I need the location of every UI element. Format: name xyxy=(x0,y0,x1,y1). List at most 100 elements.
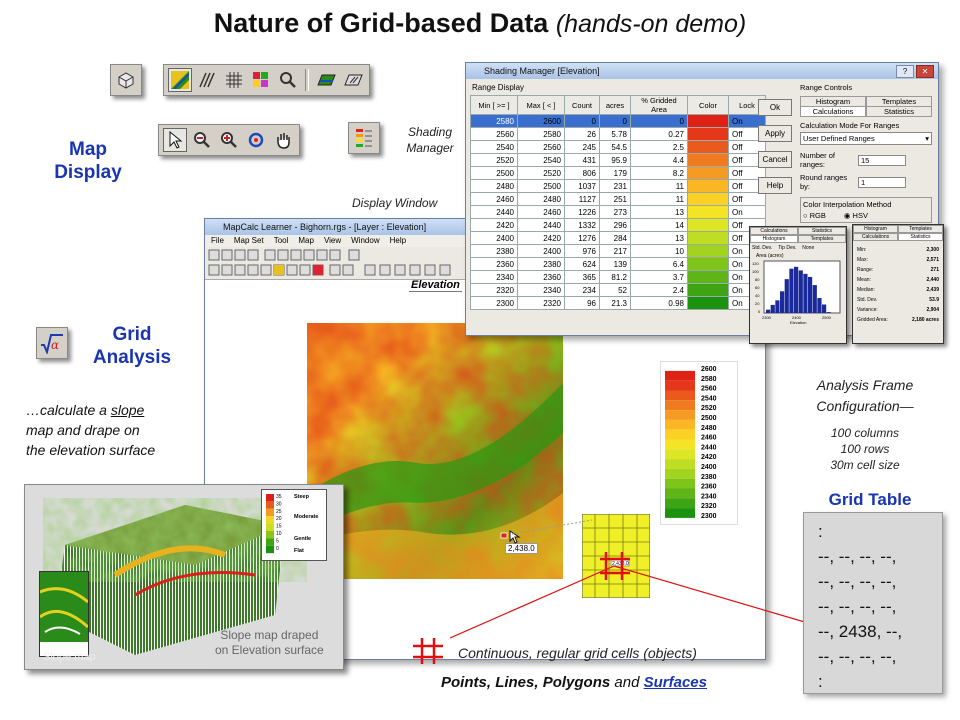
histogram-bar xyxy=(822,304,827,313)
range-color-swatch xyxy=(687,166,729,180)
stat-label: Min: xyxy=(857,247,867,253)
tab-histogram[interactable]: Histogram xyxy=(800,96,866,106)
range-cell: 296 xyxy=(599,218,631,232)
tab-templates[interactable]: Templates xyxy=(866,96,932,106)
radio-hsv[interactable]: ◉ HSV xyxy=(844,211,868,220)
menu-help[interactable]: Help xyxy=(390,235,406,247)
range-cell: 2560 xyxy=(470,127,518,141)
stat-tab-histogram[interactable]: Histogram xyxy=(853,225,898,233)
table-row[interactable]: 2340 2360 365 81.2 3.7 On xyxy=(470,270,766,284)
range-column-header[interactable]: Color xyxy=(687,95,729,115)
pointer-icon[interactable] xyxy=(163,128,187,152)
range-column-header[interactable]: % Gridded Area xyxy=(630,95,688,115)
table-row[interactable]: 2420 2440 1332 296 14 Off xyxy=(470,218,766,232)
range-cell: 81.2 xyxy=(599,270,631,284)
stat-label: Std. Dev. xyxy=(857,297,878,303)
contour-icon[interactable] xyxy=(195,68,219,92)
menu-file[interactable]: File xyxy=(211,235,224,247)
tab-statistics[interactable]: Statistics xyxy=(866,106,932,117)
range-cell: 1332 xyxy=(564,218,600,232)
svg-text:60: 60 xyxy=(755,285,760,290)
cancel-button[interactable]: Cancel xyxy=(758,151,792,168)
stat-tab-calculations[interactable]: Calculations xyxy=(853,233,898,241)
close-icon[interactable]: ✕ xyxy=(916,65,934,78)
grid-icon[interactable] xyxy=(222,68,246,92)
table-row[interactable]: 2400 2420 1276 284 13 Off xyxy=(470,231,766,245)
shading-manager-icon[interactable] xyxy=(352,126,376,150)
histogram-bar xyxy=(798,270,803,313)
title-main: Nature of Grid-based Data xyxy=(213,8,549,38)
zoom-in-icon[interactable] xyxy=(217,128,241,152)
table-row[interactable]: 2460 2480 1127 251 11 Off xyxy=(470,192,766,206)
legend-color-swatch xyxy=(665,390,695,401)
help-window-icon[interactable]: ? xyxy=(896,65,914,78)
stats-list: Min: 2,300 Max: 2,571 Range: 271 Mean: 2,440 Med… xyxy=(853,241,943,329)
table-row[interactable]: 2580 2600 0 0 0 On xyxy=(470,114,766,128)
surfaces-link[interactable]: Surfaces xyxy=(644,674,707,691)
slope-legend-value: 5 xyxy=(276,538,279,544)
stat-tab-statistics[interactable]: Statistics xyxy=(898,233,943,241)
table-row[interactable]: 2380 2400 976 217 10 On xyxy=(470,244,766,258)
num-ranges-select[interactable]: 15 xyxy=(858,154,906,166)
range-column-header[interactable]: acres xyxy=(599,95,631,115)
tab-calculations[interactable]: Calculations xyxy=(800,106,866,117)
table-row[interactable]: 2300 2320 96 21.3 0.98 On xyxy=(470,296,766,310)
ok-button[interactable]: Ok xyxy=(758,99,792,116)
svg-text:0: 0 xyxy=(758,309,761,314)
table-row[interactable]: 2540 2560 245 54.5 2.5 Off xyxy=(470,140,766,154)
hist-tab-calculations[interactable]: Calculations xyxy=(750,227,798,235)
histogram-bar xyxy=(780,291,785,313)
stat-tab-templates[interactable]: Templates xyxy=(898,225,943,233)
hist-tab-templates[interactable]: Templates xyxy=(798,235,846,243)
hist-tab-statistics[interactable]: Statistics xyxy=(798,227,846,235)
grid-analysis-line2: Analysis xyxy=(92,347,172,368)
table-row[interactable]: 2500 2520 806 179 8.2 Off xyxy=(470,166,766,180)
table-row[interactable]: 2520 2540 431 95.9 4.4 Off xyxy=(470,153,766,167)
range-cell: 0 xyxy=(630,114,688,128)
hist-radio-tip[interactable]: Tip Dev. xyxy=(778,245,796,251)
hist-radio-none[interactable]: None xyxy=(802,245,814,251)
round-ranges-select[interactable]: 1 xyxy=(858,176,906,188)
range-color-swatch xyxy=(687,179,729,193)
elevation-icon[interactable] xyxy=(168,68,192,92)
calc-mode-select[interactable]: User Defined Ranges ▾ xyxy=(800,132,932,145)
menu-map[interactable]: Map xyxy=(298,235,314,247)
menu-window[interactable]: Window xyxy=(351,235,379,247)
shade-icon[interactable] xyxy=(314,68,338,92)
range-cell: 365 xyxy=(564,270,600,284)
elevation-map[interactable] xyxy=(307,323,563,579)
zoom-out-icon[interactable] xyxy=(190,128,214,152)
help-button[interactable]: Help xyxy=(758,177,792,194)
pan-icon[interactable] xyxy=(271,128,295,152)
apply-button[interactable]: Apply xyxy=(758,125,792,142)
range-color-swatch xyxy=(687,127,729,141)
hist-tab-histogram[interactable]: Histogram xyxy=(750,235,798,243)
range-column-header[interactable]: Count xyxy=(564,95,600,115)
lattice-icon[interactable] xyxy=(249,68,273,92)
hist-radio-std[interactable]: Std. Dev. xyxy=(752,245,772,251)
radio-rgb[interactable]: ○ RGB xyxy=(803,211,826,220)
flat-icon[interactable] xyxy=(341,68,365,92)
refresh-icon[interactable] xyxy=(244,128,268,152)
cursor-pointer-icon xyxy=(509,530,521,544)
table-row[interactable]: 2360 2380 624 139 6.4 On xyxy=(470,257,766,271)
range-column-header[interactable]: Max [ < ] xyxy=(517,95,565,115)
range-cell: 2460 xyxy=(470,192,518,206)
grid-analysis-line1: Grid xyxy=(112,324,152,345)
legend-color-swatch xyxy=(665,370,695,381)
range-column-header[interactable]: Min [ >= ] xyxy=(470,95,518,115)
range-cell: 2.5 xyxy=(630,140,688,154)
table-row[interactable]: 2320 2340 234 52 2.4 On xyxy=(470,283,766,297)
interp-group: Color Interpolation Method ○ RGB ◉ HSV xyxy=(800,197,932,223)
3d-view-icon[interactable] xyxy=(114,68,138,92)
menu-mapset[interactable]: Map Set xyxy=(234,235,264,247)
analysis-frame-line1: Analysis Frame xyxy=(816,377,914,393)
menu-view[interactable]: View xyxy=(324,235,341,247)
menu-tool[interactable]: Tool xyxy=(274,235,289,247)
zoom-icon[interactable] xyxy=(276,68,300,92)
table-row[interactable]: 2440 2460 1226 273 13 On xyxy=(470,205,766,219)
table-row[interactable]: 2560 2580 26 5.78 0.27 Off xyxy=(470,127,766,141)
grid-analysis-icon[interactable]: α xyxy=(39,330,65,356)
table-row[interactable]: 2480 2500 1037 231 11 Off xyxy=(470,179,766,193)
range-cell: 2560 xyxy=(517,140,565,154)
